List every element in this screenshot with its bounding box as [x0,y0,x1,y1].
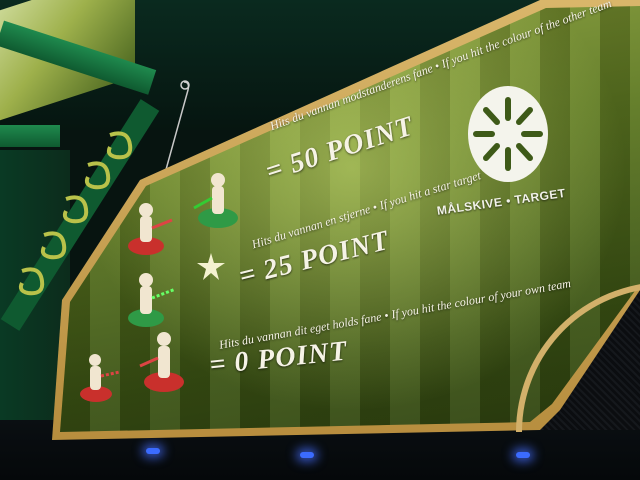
star-icon [197,253,225,280]
score-sign: Hits du vannan modstanderens fane • If y… [0,0,640,480]
gun-figure-icon [193,173,238,228]
gun-figure-icon [128,203,173,255]
target-icon [468,86,548,182]
gun-figure-icon [139,332,184,392]
gun-figure-icon [128,273,174,327]
gun-figure-icon [80,354,120,402]
photo-scene: Hits du vannan modstanderens fane • If y… [0,0,640,480]
